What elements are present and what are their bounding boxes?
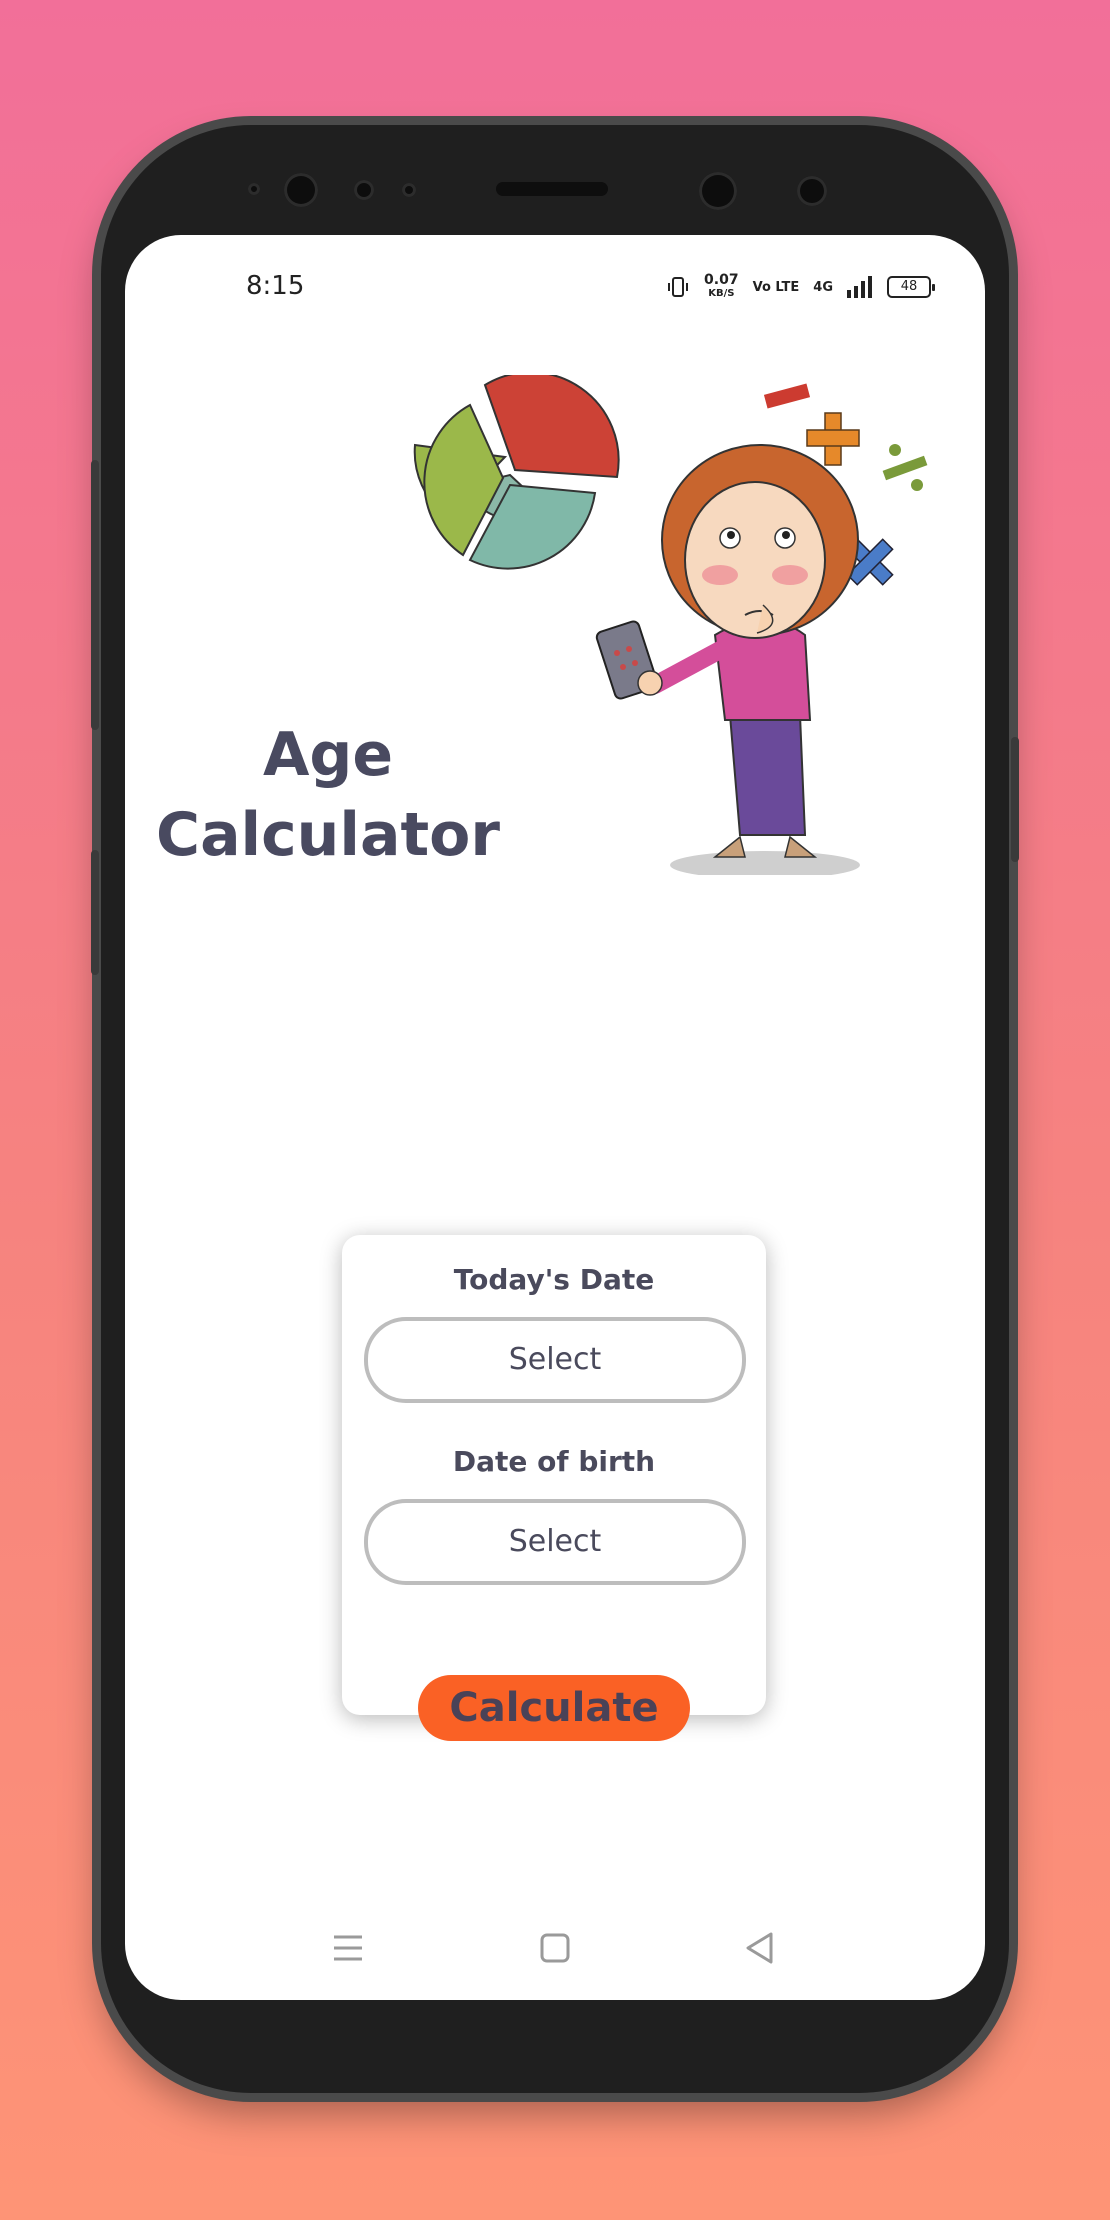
battery-icon: 48 [887,276,935,298]
volume-button [91,460,99,730]
home-icon[interactable] [539,1932,571,1964]
volte-label: Vo LTE [752,279,800,295]
status-icons: 0.07 KB/S Vo LTE 4G 48 [666,273,935,301]
pie-slice [483,375,620,479]
divide-symbol-icon [882,444,928,491]
vibrate-icon [668,277,689,297]
sensor-dot [248,183,260,195]
speed-unit: KB/S [708,288,735,299]
girl-calculator-illustration [413,375,928,875]
girl-character [595,444,860,875]
date-of-birth-label: Date of birth [452,1445,656,1478]
app-screen: 8:15 0.07 KB/S Vo LTE 4G 48 Age Calculat… [125,235,985,2000]
phone-frame: 8:15 0.07 KB/S Vo LTE 4G 48 Age Calculat… [91,125,1019,2093]
calculate-button[interactable]: Calculate [418,1675,690,1741]
power-button [1011,737,1019,862]
battery-level: 48 [900,279,918,294]
network-speed: 0.07 KB/S [704,273,739,301]
front-camera [699,172,737,210]
menu-icon[interactable] [331,1933,365,1963]
side-button [91,850,99,975]
navigation-bar [125,1915,985,1985]
date-input-card: Today's Date Select Date of birth Select [342,1235,766,1715]
date-of-birth-select-button[interactable]: Select [364,1499,746,1585]
todays-date-select-button[interactable]: Select [364,1317,746,1403]
status-bar: 8:15 0.07 KB/S Vo LTE 4G 48 [125,235,985,315]
back-icon[interactable] [743,1931,775,1965]
todays-date-label: Today's Date [453,1263,655,1296]
plus-symbol-icon [806,412,860,466]
sensor-dot [797,176,827,206]
earpiece-speaker [496,182,608,196]
minus-symbol-icon [763,383,811,409]
signal-icon [847,276,872,298]
sensor-dot [354,180,374,200]
sensor-dot [402,183,416,197]
status-time: 8:15 [246,271,305,301]
network-type: 4G [813,279,833,295]
speed-value: 0.07 [704,272,739,288]
front-camera [284,173,318,207]
